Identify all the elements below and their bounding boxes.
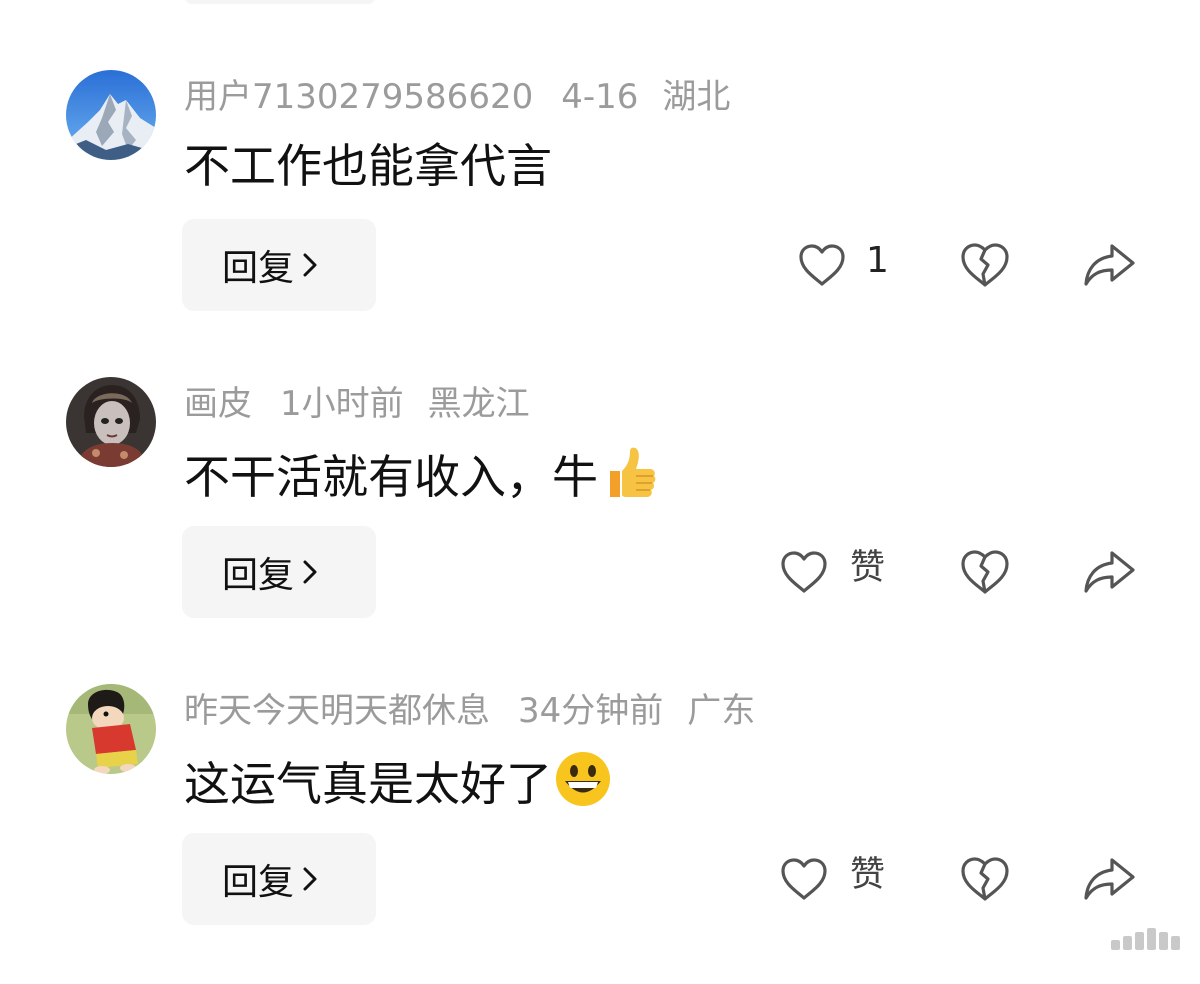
comment-time: 34分钟前 (518, 691, 664, 731)
comment-time: 1小时前 (280, 384, 404, 424)
comment-location: 黑龙江 (427, 384, 530, 424)
share-arrow-icon[interactable] (1082, 856, 1136, 902)
reply-button[interactable]: 回复 (182, 219, 376, 311)
comment-meta: 用户7130279586620 4-16 湖北 (184, 74, 754, 120)
chevron-right-icon (302, 559, 318, 585)
snowy-mountain-avatar (66, 70, 156, 160)
comment-item: 画皮 1小时前 黑龙江 不干活就有收入，牛 回复 赞 (0, 377, 1200, 677)
comment-location: 广东 (687, 691, 756, 731)
watermark-bars (1111, 928, 1180, 950)
broken-heart-icon[interactable] (960, 549, 1010, 595)
heart-outline-icon[interactable] (780, 857, 828, 901)
cartoon-boy-avatar (66, 684, 156, 774)
previous-reply-button-edge (184, 0, 376, 4)
reply-button-label: 回复 (222, 555, 295, 596)
thumbs-up-emoji (600, 443, 658, 515)
user-avatar[interactable] (66, 70, 156, 160)
chevron-right-icon (302, 866, 318, 892)
comment-text-content: 不干活就有收入，牛 (184, 450, 598, 504)
heart-outline-icon[interactable] (798, 243, 846, 287)
comment-username[interactable]: 用户7130279586620 (184, 77, 533, 117)
comment-meta: 昨天今天明天都休息 34分钟前 广东 (184, 688, 779, 734)
share-arrow-icon[interactable] (1082, 549, 1136, 595)
comment-meta: 画皮 1小时前 黑龙江 (184, 381, 554, 427)
user-avatar[interactable] (66, 684, 156, 774)
heart-outline-icon[interactable] (780, 550, 828, 594)
grinning-face-emoji (554, 750, 612, 822)
broken-heart-icon[interactable] (960, 856, 1010, 902)
comment-item: 昨天今天明天都休息 34分钟前 广东 这运气真是太好了 回复 赞 (0, 684, 1200, 984)
comment-text: 这运气真是太好了 (184, 750, 612, 822)
comment-text: 不干活就有收入，牛 (184, 443, 658, 515)
user-avatar[interactable] (66, 377, 156, 467)
comment-item: 用户7130279586620 4-16 湖北 不工作也能拿代言 回复 1 (0, 70, 1200, 370)
reply-button[interactable]: 回复 (182, 833, 376, 925)
like-count: 1 (866, 240, 889, 281)
like-label: 赞 (850, 548, 886, 588)
like-label: 赞 (850, 855, 886, 895)
comment-username[interactable]: 画皮 (184, 384, 252, 424)
comment-text-content: 不工作也能拿代言 (184, 139, 552, 193)
painted-skin-portrait-avatar (66, 377, 156, 467)
comment-location: 湖北 (662, 77, 731, 117)
share-arrow-icon[interactable] (1082, 242, 1136, 288)
broken-heart-icon[interactable] (960, 242, 1010, 288)
chevron-right-icon (302, 252, 318, 278)
comment-text-content: 这运气真是太好了 (184, 757, 552, 811)
reply-button[interactable]: 回复 (182, 526, 376, 618)
comment-text: 不工作也能拿代言 (184, 136, 552, 196)
reply-button-label: 回复 (222, 248, 295, 289)
comment-time: 4-16 (561, 77, 639, 117)
reply-button-label: 回复 (222, 862, 295, 903)
comment-username[interactable]: 昨天今天明天都休息 (184, 691, 490, 731)
